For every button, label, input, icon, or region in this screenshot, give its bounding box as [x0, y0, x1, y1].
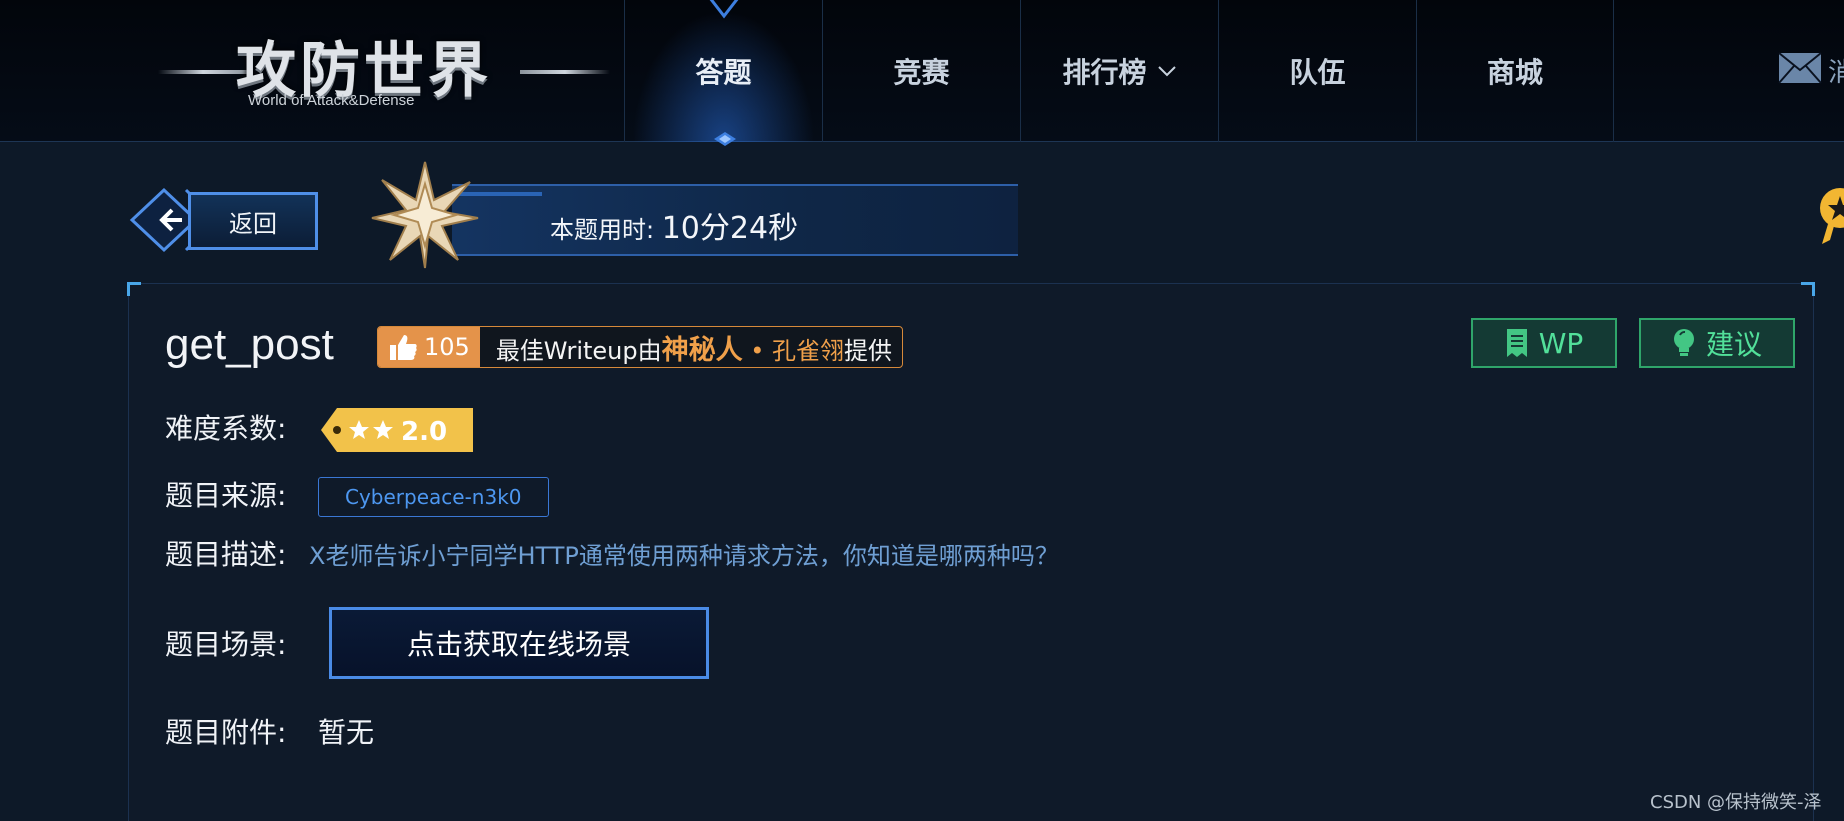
desc-value: X老师告诉小宁同学HTTP通常使用两种请求方法，你知道是哪两种吗？ — [309, 542, 1059, 570]
award-ribbon-icon[interactable] — [1806, 186, 1844, 246]
writeup-suffix: 提供 — [844, 336, 893, 365]
back-control[interactable]: 返回 — [128, 186, 318, 254]
writeup-author[interactable]: 孔雀翎 — [772, 337, 844, 365]
mail-icon[interactable] — [1778, 52, 1822, 84]
site-logo[interactable]: 攻防世界 World of Attack&Defense — [158, 18, 610, 118]
writeup-likes: 105 — [424, 333, 470, 361]
nav-item-team[interactable]: 队伍 — [1218, 0, 1416, 142]
thumbs-up-icon — [390, 335, 417, 360]
nav-label-shop: 商城 — [1486, 56, 1543, 89]
attach-label: 题目附件: — [165, 716, 287, 749]
chevron-down-icon — [1157, 66, 1176, 77]
source-tag[interactable]: Cyberpeace-n3k0 — [318, 477, 549, 517]
nav-item-answer[interactable]: 答题 — [624, 0, 822, 142]
writeup-name[interactable]: 神秘人 — [662, 335, 743, 366]
writeup-prefix: 最佳Writeup由 — [495, 336, 662, 365]
main-nav: 答题 竞赛 排行榜 队伍 商城 — [624, 0, 1614, 142]
desc-label: 题目描述: — [165, 538, 287, 571]
wp-button[interactable]: WP — [1471, 318, 1617, 368]
source-label: 题目来源: — [165, 479, 287, 512]
writeup-badge[interactable]: 105 最佳Writeup由神秘人 • 孔雀翎提供 — [377, 326, 904, 368]
writeup-text: 最佳Writeup由神秘人 • 孔雀翎提供 — [480, 328, 902, 367]
message-label[interactable]: 消 — [1828, 52, 1844, 89]
csdn-watermark: CSDN @保持微笑-泽 — [1650, 792, 1822, 813]
nav-label-team: 队伍 — [1289, 56, 1346, 89]
lightbulb-icon — [1673, 329, 1694, 356]
back-button[interactable]: 返回 — [188, 192, 318, 250]
suggest-button[interactable]: 建议 — [1639, 318, 1795, 368]
document-icon — [1506, 329, 1527, 357]
logo-wing-right — [520, 70, 610, 74]
difficulty-tag: 2.0 — [321, 408, 473, 452]
star-medal-icon — [371, 161, 479, 269]
top-navbar: 攻防世界 World of Attack&Defense 答题 竞赛 排行榜 队… — [0, 0, 1844, 146]
nav-item-competition[interactable]: 竞赛 — [822, 0, 1020, 142]
get-scene-button[interactable]: 点击获取在线场景 — [329, 607, 709, 679]
challenge-card: get_post 105 最佳Writeup由神秘人 • 孔雀翎提供 WP 建议… — [127, 282, 1815, 821]
timer-text: 本题用时: 10分24秒 — [550, 203, 798, 247]
nav-active-diamond-icon — [714, 132, 736, 146]
logo-subtitle: World of Attack&Defense — [248, 92, 415, 109]
card-corner-tl — [127, 282, 141, 296]
nav-label-competition: 竞赛 — [893, 56, 950, 89]
scene-button-label: 点击获取在线场景 — [406, 628, 631, 661]
difficulty-value: 2.0 — [401, 417, 447, 447]
nav-label-answer: 答题 — [695, 56, 752, 89]
challenge-title: get_post — [165, 320, 334, 369]
writeup-dot: • — [742, 336, 773, 365]
logo-wing-left — [158, 70, 248, 74]
timer-label: 本题用时: — [550, 216, 662, 244]
nav-label-leaderboard: 排行榜 — [1062, 56, 1147, 89]
writeup-like-count[interactable]: 105 — [378, 327, 480, 367]
scene-label: 题目场景: — [165, 628, 287, 661]
nav-item-leaderboard[interactable]: 排行榜 — [1020, 0, 1218, 142]
timer-value: 10分24秒 — [661, 211, 799, 246]
back-label: 返回 — [229, 209, 277, 238]
suggest-label: 建议 — [1705, 328, 1762, 361]
wp-label: WP — [1538, 326, 1584, 360]
card-corner-tr — [1801, 282, 1815, 296]
difficulty-label: 难度系数: — [165, 412, 287, 445]
nav-item-shop[interactable]: 商城 — [1416, 0, 1614, 142]
attach-value: 暂无 — [318, 716, 375, 749]
